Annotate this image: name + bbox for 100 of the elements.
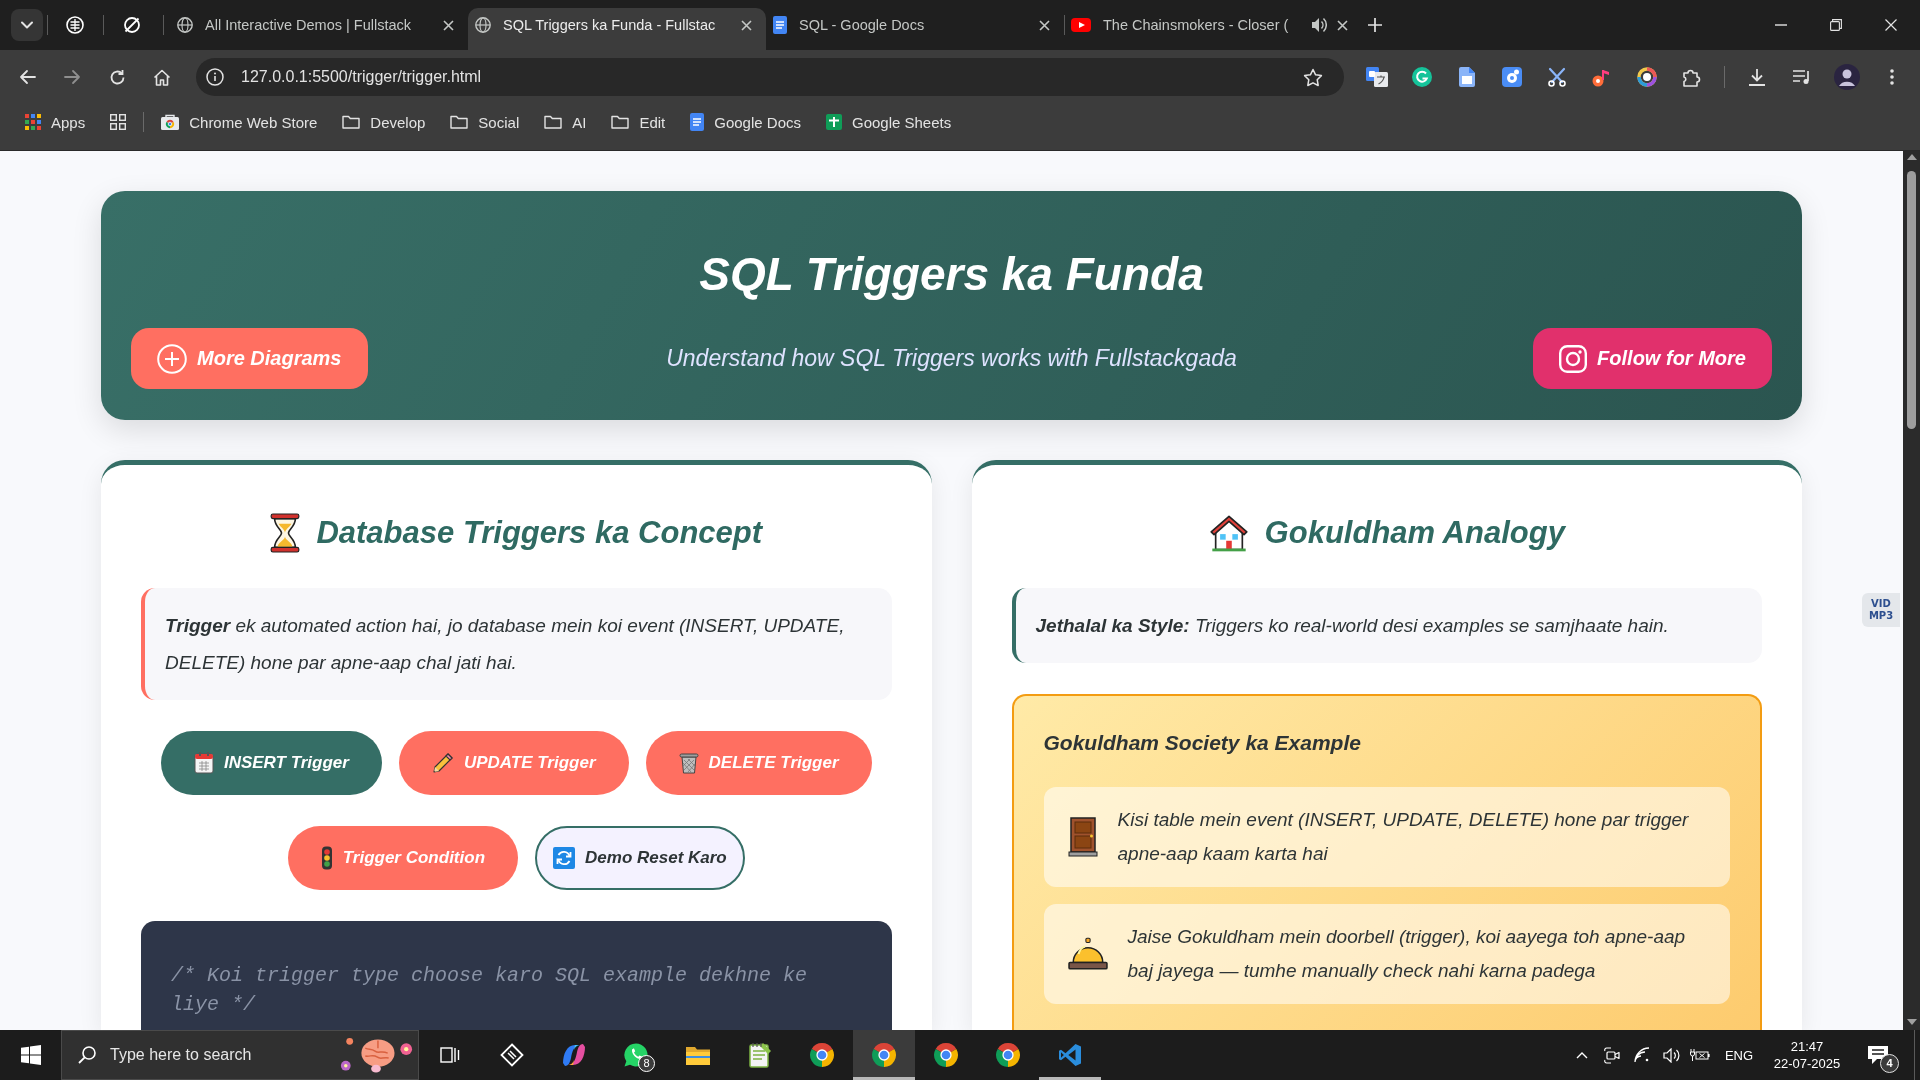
spreadsheet-icon[interactable] — [826, 114, 842, 130]
folder-icon[interactable] — [544, 115, 563, 129]
search-field[interactable]: Type here to search — [110, 1043, 323, 1067]
bookmark-link[interactable]: Google Docs — [682, 107, 809, 137]
scroll-down-icon[interactable] — [1906, 1019, 1917, 1025]
pencil-icon — [431, 752, 454, 774]
task-view-icon[interactable] — [440, 1046, 460, 1064]
count-badge: 8 — [638, 1055, 655, 1072]
store-icon[interactable] — [161, 114, 180, 130]
close-icon[interactable] — [1039, 19, 1050, 31]
hourglass-icon — [270, 513, 301, 553]
trigger-button[interactable]: INSERT Trigger — [160, 731, 382, 795]
restore-icon[interactable] — [1829, 19, 1842, 31]
scroll-up-icon[interactable] — [1906, 154, 1917, 160]
page-subtitle: Understand how SQL Triggers works with Fullstackgada — [666, 345, 1237, 372]
example-title: Gokuldham Society ka Example — [1043, 730, 1362, 756]
grid-icon[interactable] — [110, 114, 127, 130]
emblem-icon[interactable] — [66, 16, 84, 34]
reset-button[interactable]: Demo Reset Karo — [535, 826, 745, 890]
music-note-icon[interactable] — [1592, 67, 1612, 87]
bookmark-link[interactable]: AI — [536, 107, 595, 137]
swirl-icon[interactable] — [561, 1043, 587, 1067]
browser-icon[interactable] — [933, 1042, 959, 1068]
folder-icon[interactable] — [611, 115, 630, 129]
browser-tab[interactable]: All Interactive Demos | Fullstack — [170, 8, 468, 50]
browser-icon[interactable] — [995, 1042, 1021, 1068]
wifi-icon[interactable] — [1634, 1047, 1650, 1063]
volume-icon[interactable] — [1663, 1047, 1680, 1063]
minimize-icon[interactable] — [1774, 24, 1787, 26]
browser-tab[interactable]: The Chainsmokers - Closer ( — [1064, 8, 1362, 50]
close-icon[interactable] — [1884, 19, 1897, 31]
browser-tab[interactable]: SQL Triggers ka Funda - Fullstac — [468, 8, 766, 50]
taskbar-button[interactable] — [853, 1030, 915, 1080]
media-widget-button[interactable]: VID MP3 — [1862, 593, 1900, 627]
taskbar-button[interactable]: 8 — [605, 1030, 667, 1080]
intro-note: Jethalal ka Style: Triggers ko real-world desi examples se samjhaate hain. — [1011, 588, 1762, 663]
clock[interactable]: 21:47 22-07-2025 — [1764, 1030, 1850, 1080]
scrollbar[interactable] — [1903, 151, 1920, 1030]
forward-icon[interactable] — [63, 69, 81, 85]
house-icon — [1208, 514, 1249, 552]
traffic-light-icon — [320, 846, 333, 870]
language-indicator[interactable]: ENG — [1714, 1030, 1764, 1080]
tab-search-button[interactable] — [11, 9, 43, 41]
bookmark-link[interactable]: Chrome Web Store — [153, 107, 326, 137]
home-icon[interactable] — [153, 68, 171, 86]
puzzle-icon[interactable] — [1682, 67, 1702, 87]
follow-button[interactable]: Follow for More — [1533, 328, 1772, 389]
diamond-icon[interactable] — [500, 1043, 524, 1067]
star-icon[interactable] — [1303, 67, 1323, 87]
back-icon[interactable] — [18, 69, 36, 85]
search-box[interactable]: Type here to search — [61, 1030, 419, 1080]
calendar-icon — [193, 752, 214, 774]
speaker-icon[interactable] — [1311, 16, 1327, 34]
four-panes-icon[interactable] — [20, 1045, 41, 1065]
slashed-circle-icon[interactable] — [123, 16, 141, 34]
chevron-up-icon[interactable] — [1575, 1051, 1588, 1059]
globe-icon — [177, 17, 193, 33]
code-editor-icon[interactable] — [1058, 1043, 1082, 1067]
bookmark-link[interactable]: Social — [442, 107, 528, 137]
app-tile-icon[interactable] — [1502, 67, 1522, 87]
card-title: Gokuldham Analogy — [1264, 514, 1565, 552]
scrollbar-thumb[interactable] — [1907, 171, 1916, 429]
code-comment: /* Koi trigger type choose karo SQL example dekhne ke liye */ — [171, 963, 809, 1018]
page-title: SQL Triggers ka Funda — [698, 247, 1205, 302]
two-cards-icon[interactable] — [1366, 67, 1388, 87]
apps-shortcut[interactable]: Apps — [17, 107, 94, 137]
bell-icon — [1067, 937, 1108, 971]
playlist-icon[interactable] — [1792, 69, 1812, 85]
bookmark-link[interactable]: Google Sheets — [818, 107, 960, 137]
plus-circle-icon — [157, 343, 187, 374]
download-icon[interactable] — [1748, 68, 1766, 86]
browser-icon[interactable] — [871, 1042, 897, 1068]
close-icon[interactable] — [443, 19, 454, 31]
video-camera-icon[interactable] — [1603, 1046, 1621, 1064]
browser-icon[interactable] — [809, 1042, 835, 1068]
document-icon[interactable] — [690, 113, 705, 131]
plus-icon[interactable] — [1368, 18, 1382, 32]
bookmark-link[interactable]: Edit — [603, 107, 674, 137]
folder-icon[interactable] — [685, 1044, 711, 1066]
folder-icon[interactable] — [342, 115, 361, 129]
more-icon[interactable] — [1890, 69, 1894, 85]
play-icon — [1071, 18, 1091, 32]
browser-tab[interactable]: SQL - Google Docs — [766, 8, 1064, 50]
arc-circle-icon[interactable] — [1412, 67, 1432, 87]
avatar-icon[interactable] — [1834, 64, 1860, 90]
example-text: Kisi table mein event (INSERT, UPDATE, DELETE) hone par trigger apne-aap kaam karta hai — [1117, 808, 1690, 866]
ring-icon[interactable] — [1637, 67, 1657, 87]
close-icon[interactable] — [741, 19, 752, 31]
notepad-icon[interactable] — [748, 1042, 772, 1068]
close-icon[interactable] — [1337, 19, 1348, 31]
folder-icon[interactable] — [450, 115, 469, 129]
document-icon[interactable] — [1459, 67, 1475, 87]
camera-icon — [1559, 344, 1588, 373]
scissors-icon[interactable] — [1547, 67, 1567, 87]
reload-icon[interactable] — [108, 68, 126, 86]
address-bar[interactable]: 127.0.0.1:5500/trigger/trigger.html — [196, 58, 1344, 96]
info-icon[interactable] — [206, 68, 224, 86]
plug-battery-icon[interactable] — [1690, 1048, 1710, 1062]
bookmark-link[interactable]: Develop — [334, 107, 434, 137]
apps-grid-icon — [25, 114, 41, 130]
